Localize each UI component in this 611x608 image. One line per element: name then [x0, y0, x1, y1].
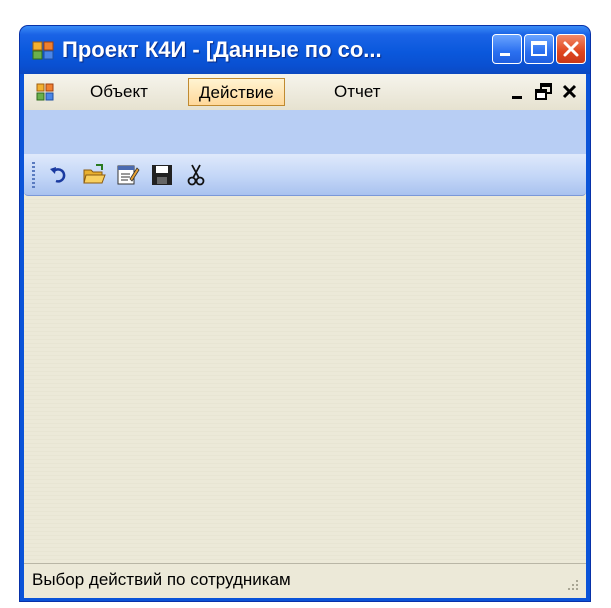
- mdi-close-icon[interactable]: [560, 82, 580, 102]
- undo-icon[interactable]: [48, 163, 72, 187]
- application-window: Проект К4И - [Данные по со... Объект Дей…: [20, 26, 590, 601]
- title-bar[interactable]: Проект К4И - [Данные по со...: [20, 26, 590, 74]
- mdi-child-icon[interactable]: [36, 83, 54, 101]
- workspace: [24, 196, 586, 563]
- close-button[interactable]: [556, 34, 586, 64]
- toolbar: [24, 154, 586, 196]
- open-folder-icon[interactable]: [82, 163, 106, 187]
- client-area: Объект Действие Отчет Выбор действий по …: [24, 74, 586, 598]
- resize-grip-icon[interactable]: [566, 578, 580, 592]
- app-icon[interactable]: [32, 40, 54, 60]
- maximize-button[interactable]: [524, 34, 554, 64]
- save-icon[interactable]: [150, 163, 174, 187]
- menu-action[interactable]: Действие: [188, 78, 285, 106]
- status-text: Выбор действий по сотрудникам: [32, 570, 291, 589]
- minimize-icon: [500, 53, 510, 56]
- mdi-minimize-icon[interactable]: [508, 82, 528, 102]
- menu-bar: Объект Действие Отчет: [24, 74, 586, 110]
- close-icon: [563, 41, 579, 57]
- menu-object[interactable]: Объект: [80, 78, 158, 106]
- maximize-icon: [531, 41, 547, 56]
- toolbar-panel-area: [24, 110, 586, 154]
- cut-icon[interactable]: [184, 163, 208, 187]
- status-bar: Выбор действий по сотрудникам: [24, 563, 586, 598]
- edit-icon[interactable]: [116, 163, 140, 187]
- window-title: Проект К4И - [Данные по со...: [62, 37, 382, 62]
- mdi-restore-icon[interactable]: [534, 82, 554, 102]
- minimize-button[interactable]: [492, 34, 522, 64]
- toolbar-grip[interactable]: [32, 162, 35, 188]
- menu-report[interactable]: Отчет: [324, 78, 391, 106]
